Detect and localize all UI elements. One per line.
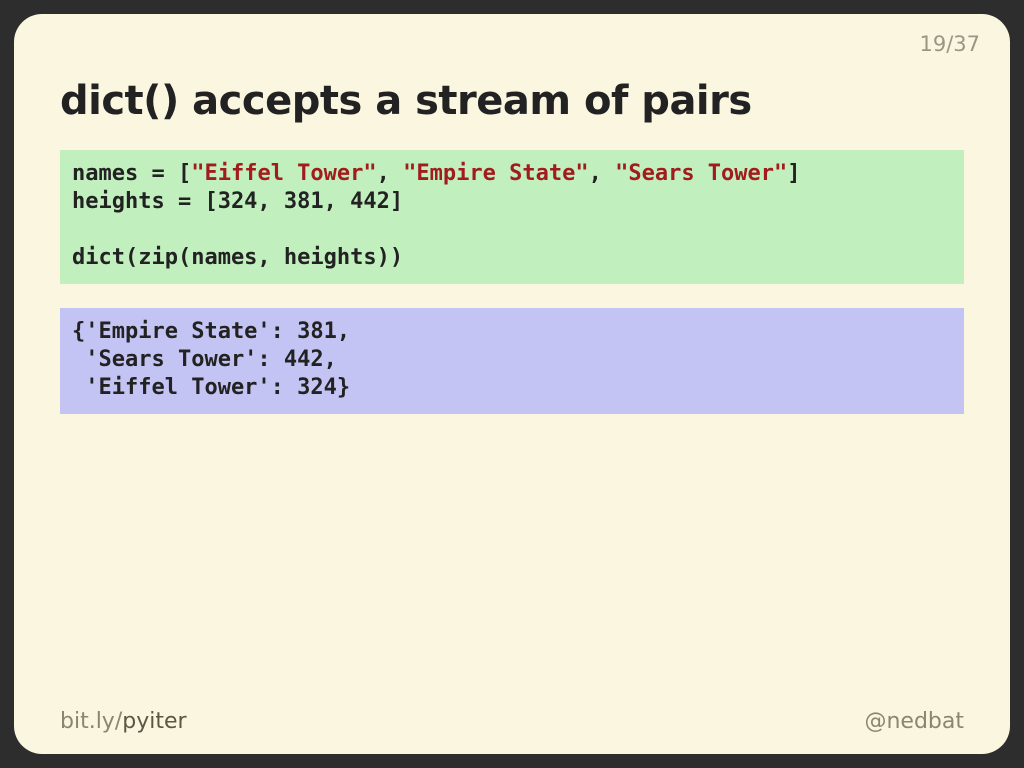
code-text: , [589,161,616,186]
code-text: heights = [324, 381, 442] [72,189,403,214]
slide-number-total: 37 [953,32,980,56]
slide-number: 19/37 [919,32,980,56]
footer-link: bit.ly/pyiter [60,709,187,734]
footer-link-prefix: bit.ly/ [60,709,122,734]
output-text: {'Empire State': 381, [72,319,350,344]
code-string: "Eiffel Tower" [191,161,376,186]
footer-handle: @nedbat [864,709,964,734]
output-text: 'Sears Tower': 442, [72,347,337,372]
code-text: ] [787,161,800,186]
slide-card: 19/37 dict() accepts a stream of pairs n… [14,14,1010,754]
code-text: names = [ [72,161,191,186]
slide-footer: bit.ly/pyiter @nedbat [60,709,964,734]
code-string: "Empire State" [403,161,588,186]
footer-link-suffix: pyiter [122,709,186,734]
code-text: dict(zip(names, heights)) [72,245,403,270]
code-text: , [377,161,404,186]
output-block: {'Empire State': 381, 'Sears Tower': 442… [60,308,964,414]
slide-number-current: 19 [919,32,946,56]
output-text: 'Eiffel Tower': 324} [72,375,350,400]
code-block: names = ["Eiffel Tower", "Empire State",… [60,150,964,284]
slide-title: dict() accepts a stream of pairs [60,78,964,124]
code-string: "Sears Tower" [615,161,787,186]
